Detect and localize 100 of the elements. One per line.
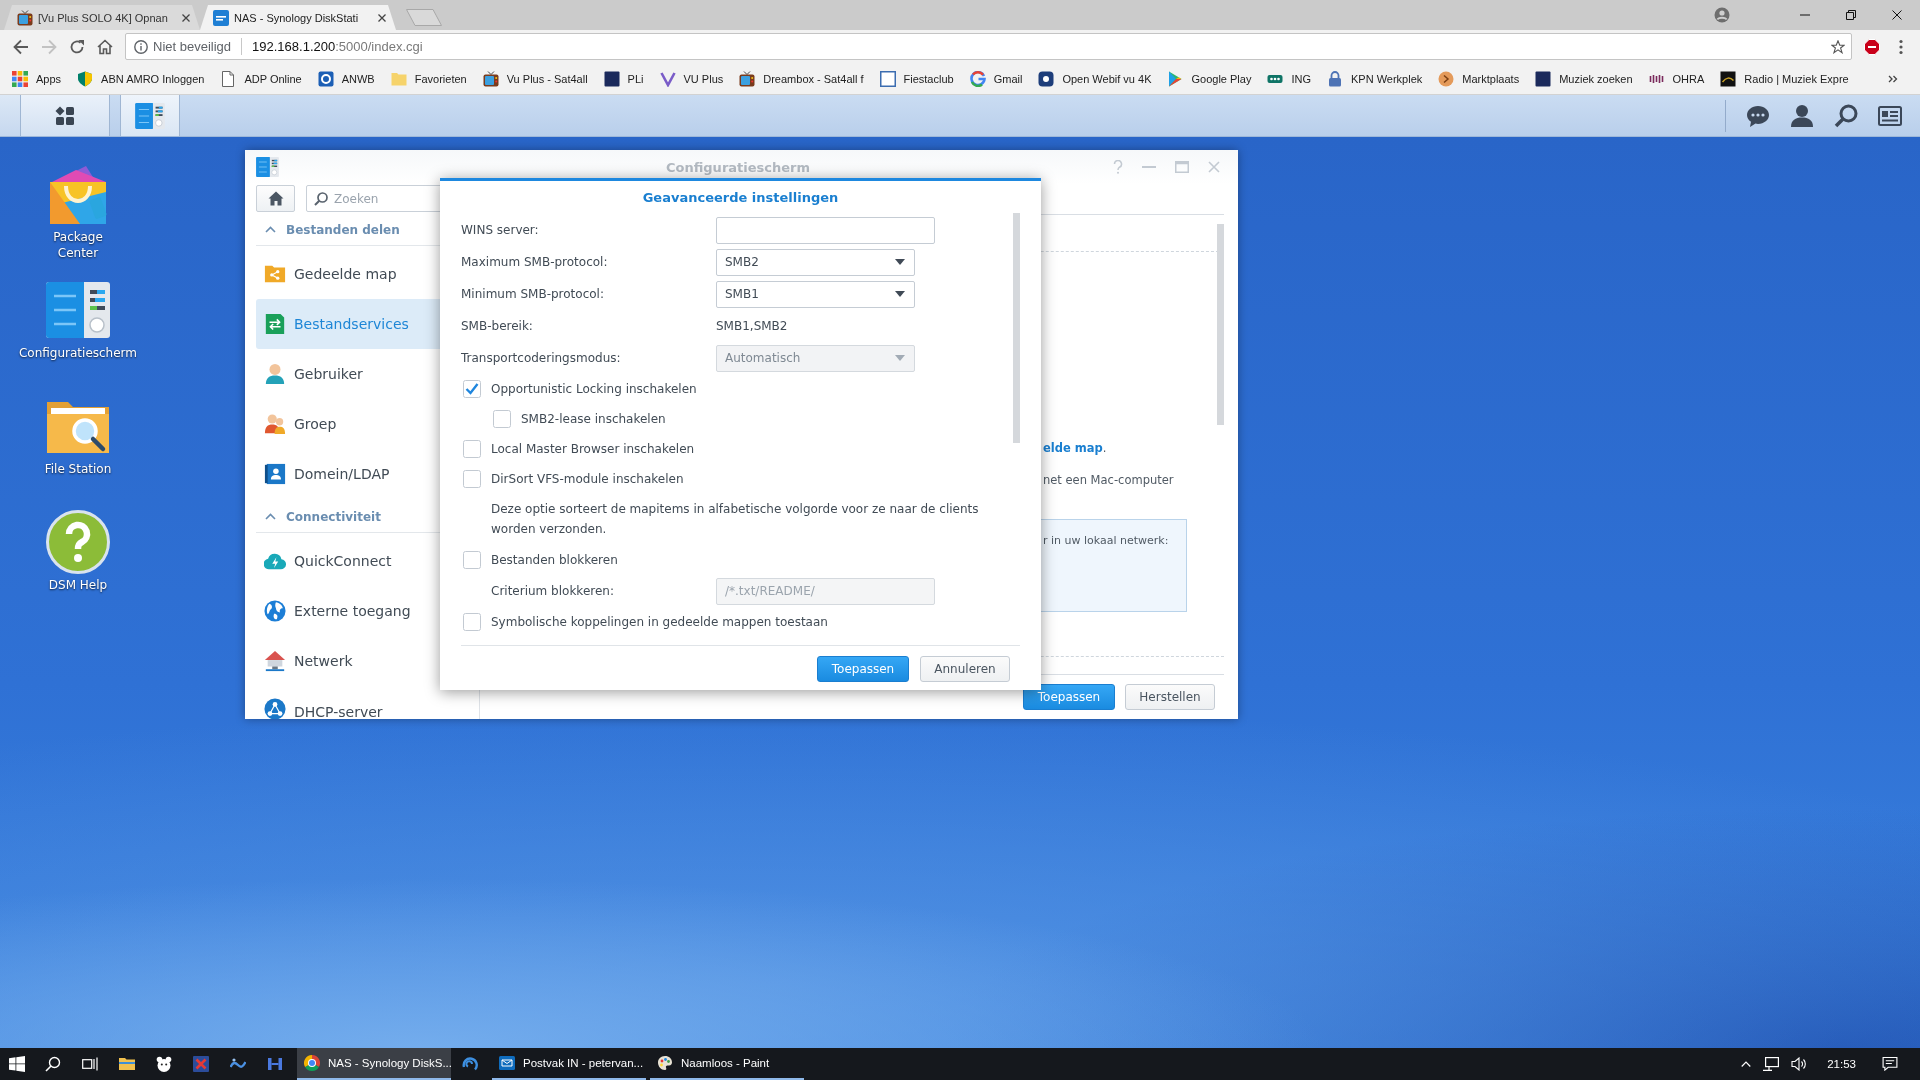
checkbox[interactable] (463, 551, 481, 569)
task-view-icon[interactable] (81, 1056, 98, 1072)
bookmark[interactable]: Apps (8, 66, 66, 91)
checkbox[interactable] (463, 613, 481, 631)
checkbox[interactable] (463, 380, 481, 398)
tricolor-circle-icon (304, 1055, 320, 1071)
taskbar-window-button[interactable]: Postvak IN - petervan... (492, 1048, 646, 1080)
card-icon[interactable] (1878, 103, 1902, 128)
window-title: Configuratiescherm (665, 159, 811, 175)
bookmark[interactable]: PLi (599, 66, 648, 91)
close-icon[interactable] (1892, 10, 1902, 20)
octagon-icon[interactable] (1864, 38, 1880, 55)
user-icon (264, 363, 286, 385)
bookmark[interactable]: Dreambox - Sat4all f (735, 66, 868, 91)
bookmark[interactable]: Favorieten (386, 66, 471, 91)
account-icon[interactable] (1714, 7, 1730, 23)
sidebar-item[interactable]: Groep (256, 399, 470, 449)
shortcut-label[interactable]: DSM Help (48, 577, 108, 593)
taskbar-app-button[interactable] (120, 95, 180, 136)
star-icon[interactable] (1831, 39, 1845, 54)
shared-folder-link[interactable]: elde map (1043, 441, 1103, 455)
checkbox[interactable] (463, 470, 481, 488)
sidebar-item[interactable]: Externe toegang (256, 586, 470, 636)
checkbox-label[interactable]: SMB2-lease inschakelen (521, 412, 666, 426)
x-mark-icon[interactable] (192, 1056, 209, 1072)
bookmark[interactable]: Vu Plus - Sat4all (478, 66, 592, 91)
folder-icon[interactable] (118, 1056, 135, 1072)
dumbbell-icon[interactable] (266, 1056, 283, 1072)
browser-tab[interactable]: NAS - Synology DiskStati (200, 5, 396, 30)
home-button[interactable] (256, 185, 295, 212)
info-icon[interactable] (134, 39, 148, 54)
address-bar[interactable]: Niet beveiligd 192.168.1.200:5000/index.cgi (125, 33, 1852, 60)
dropdown[interactable]: SMB1 (716, 280, 915, 308)
bookmark[interactable]: ABN AMRO Inloggen (73, 66, 209, 91)
close-icon[interactable] (378, 13, 386, 22)
shortcut-label[interactable]: File Station (44, 461, 112, 477)
back-icon[interactable] (13, 38, 29, 55)
swirl-icon[interactable] (461, 1056, 478, 1072)
cancel-button[interactable]: Annuleren (920, 656, 1010, 682)
checkbox-label[interactable]: Bestanden blokkeren (491, 553, 618, 567)
shortcut-label[interactable]: Configuratiescherm (18, 345, 138, 361)
bookmark[interactable]: Gmail (965, 66, 1027, 91)
settings-panel-icon (135, 102, 165, 129)
scrollbar-thumb[interactable] (1013, 213, 1020, 443)
bookmark[interactable]: OHRA (1644, 66, 1709, 91)
browser-tab[interactable]: [Vu Plus SOLO 4K] Opnan (4, 5, 200, 30)
restore-icon[interactable] (1846, 10, 1856, 20)
bookmark[interactable]: Open Webif vu 4K (1034, 66, 1156, 91)
bookmark[interactable]: Muziek zoeken (1531, 66, 1637, 91)
text-field[interactable] (716, 216, 935, 244)
v-shape-icon (659, 70, 676, 87)
bookmark[interactable]: Google Play (1163, 66, 1256, 91)
bookmark[interactable]: ADP Online (216, 66, 306, 91)
security-label[interactable]: Niet beveiligd (153, 39, 232, 54)
caret-down-icon (895, 291, 905, 297)
taskbar-clock[interactable]: 21:53 (1827, 1058, 1856, 1070)
notification-icon[interactable] (1882, 1057, 1898, 1071)
home-icon[interactable] (97, 38, 113, 55)
bookmark[interactable]: Radio | Muziek Expre (1716, 66, 1853, 91)
reload-icon[interactable] (69, 38, 85, 55)
sidebar-item[interactable]: Domein/LDAP (256, 449, 470, 499)
chat-icon[interactable] (1746, 103, 1770, 128)
bookmark[interactable]: ANWB (313, 66, 379, 91)
sidebar-item[interactable]: QuickConnect (256, 536, 470, 586)
close-icon[interactable] (182, 13, 190, 22)
sidebar-item[interactable]: DHCP-server (256, 686, 470, 719)
bookmark[interactable]: Fiestaclub (875, 66, 958, 91)
bookmark[interactable]: ING (1263, 66, 1315, 91)
bookmark[interactable]: KPN Werkplek (1323, 66, 1427, 91)
info-text: r in uw lokaal netwerk: (1043, 534, 1169, 547)
bookmark[interactable]: VU Plus (655, 66, 728, 91)
checkbox-label[interactable]: Local Master Browser inschakelen (491, 442, 695, 456)
search-icon[interactable] (44, 1056, 61, 1072)
network-icon[interactable] (1763, 1057, 1780, 1071)
volume-icon[interactable] (1791, 1057, 1808, 1071)
dropdown[interactable]: SMB2 (716, 248, 915, 276)
checkbox-label[interactable]: DirSort VFS-module inschakelen (491, 472, 684, 486)
checkbox-label[interactable]: Symbolische koppelingen in gedeelde mappen toestaan (491, 615, 828, 629)
search-icon[interactable] (1834, 103, 1858, 128)
menu-icon[interactable] (1899, 38, 1903, 55)
taskbar-window-button[interactable]: NAS - Synology DiskS... (297, 1048, 451, 1080)
checkbox[interactable] (463, 440, 481, 458)
caret-up-icon[interactable] (1741, 1061, 1752, 1067)
user-icon[interactable] (1790, 103, 1814, 128)
main-menu-button[interactable] (21, 95, 110, 136)
scrollbar-thumb[interactable] (1217, 224, 1224, 425)
windows-logo-icon[interactable] (9, 1056, 25, 1072)
dialog-title: Geavanceerde instellingen (642, 189, 839, 205)
checkbox[interactable] (493, 410, 511, 428)
square-outline-icon (879, 70, 896, 87)
chevron-double-icon[interactable] (1888, 74, 1898, 83)
sidebar-item[interactable]: Netwerk (256, 636, 470, 686)
checkbox-label[interactable]: Opportunistic Locking inschakelen (491, 382, 697, 396)
bear-face-icon[interactable] (155, 1056, 172, 1072)
shortcut-label[interactable]: Package Center (41, 229, 115, 261)
taskbar-window-button[interactable]: Naamloos - Paint (650, 1048, 804, 1080)
reset-button[interactable]: Herstellen (1125, 684, 1215, 710)
help-icon[interactable] (46, 510, 110, 574)
url-text[interactable]: 192.168.1.200:5000/index.cgi (252, 39, 423, 54)
bookmark[interactable]: Marktplaats (1434, 66, 1524, 91)
